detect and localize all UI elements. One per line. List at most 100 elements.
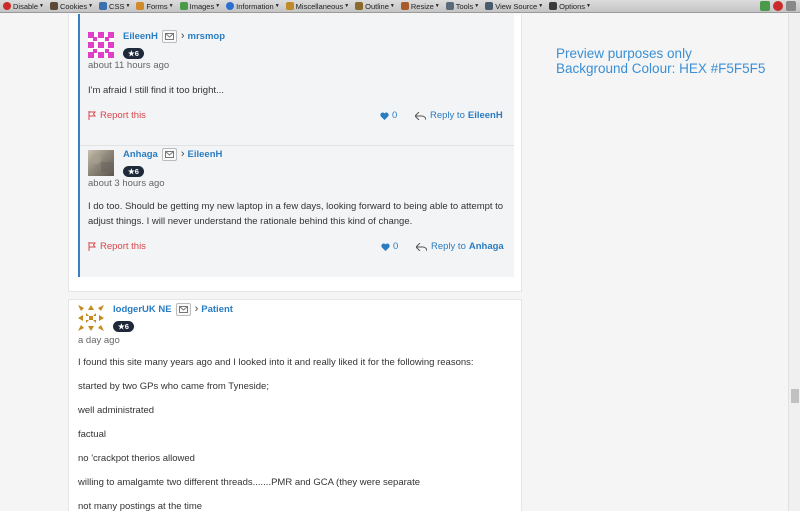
toolbar-resize-menu[interactable]: Resize ▼ <box>398 0 443 13</box>
avatar[interactable] <box>88 150 114 176</box>
envelope-icon <box>164 150 174 158</box>
like-count: 0 <box>392 110 398 121</box>
post-paragraph: I found this site many years ago and I l… <box>78 357 474 368</box>
preview-note: Preview purposes only Background Colour:… <box>556 46 765 76</box>
avatar[interactable] <box>78 305 104 331</box>
flag-icon <box>88 111 96 120</box>
toolbar-options-menu[interactable]: Options ▼ <box>546 0 594 13</box>
page-content: EileenH › mrsmop ★6 about 11 hours ago I… <box>0 14 788 511</box>
toolbar-label: Options <box>559 1 585 11</box>
message-button[interactable] <box>161 147 177 161</box>
toolbar-label: Tools <box>455 1 474 11</box>
thread-card: EileenH › mrsmop ★6 about 11 hours ago I… <box>68 14 522 292</box>
toolbar-label: CSS <box>109 1 125 11</box>
in-reply-to-user[interactable]: EileenH <box>188 149 223 160</box>
in-reply-to-user[interactable]: mrsmop <box>188 31 225 42</box>
tools-icon <box>445 2 454 10</box>
outline-icon <box>355 2 364 10</box>
message-button[interactable] <box>175 302 191 316</box>
like-count: 0 <box>393 241 399 252</box>
toolbar-miscellaneous-menu[interactable]: Miscellaneous ▼ <box>283 0 352 13</box>
options-icon <box>549 2 558 10</box>
like-button[interactable]: 0 <box>381 241 398 252</box>
post-body: I found this site many years ago and I l… <box>78 357 521 511</box>
scrollbar-thumb[interactable] <box>791 389 799 403</box>
toolbar-information-menu[interactable]: Information ▼ <box>223 0 282 13</box>
chevron-right-icon: › <box>180 148 185 160</box>
view-source-icon <box>485 2 494 10</box>
chevron-right-icon: › <box>180 30 185 42</box>
post-header: lodgerUK NE › Patient ★6 <box>78 302 521 332</box>
toolbar-css-menu[interactable]: CSS ▼ <box>96 0 133 13</box>
reply-name: EileenH <box>467 110 503 121</box>
toolbar-cookies-menu[interactable]: Cookies ▼ <box>47 0 96 13</box>
vertical-scrollbar[interactable] <box>788 14 800 511</box>
reply-actions: Report this 0 Reply to Anhaga <box>88 241 514 255</box>
toolbar-label: Disable <box>13 1 39 11</box>
post-paragraph: well administrated <box>78 405 155 416</box>
author-name[interactable]: EileenH <box>123 31 158 42</box>
collapse-icon[interactable] <box>786 1 796 11</box>
post-time[interactable]: about 3 hours ago <box>88 178 514 189</box>
reply-actions: Report this 0 Reply to EileenH <box>88 110 514 124</box>
post-time[interactable]: about 11 hours ago <box>88 60 514 71</box>
cookies-icon <box>49 2 58 10</box>
reply-label: Reply to <box>430 110 465 121</box>
reply-item: Anhaga › EileenH ★6 about 3 hours ago I … <box>80 145 514 255</box>
chevron-right-icon: › <box>194 303 199 315</box>
author-name[interactable]: lodgerUK NE <box>113 304 172 315</box>
reply-header: Anhaga › EileenH ★6 <box>88 147 514 177</box>
reply-icon <box>416 242 427 251</box>
forms-icon <box>136 2 145 10</box>
reply-name: Anhaga <box>468 241 504 252</box>
miscellaneous-icon <box>285 2 294 10</box>
author-name[interactable]: Anhaga <box>123 149 158 160</box>
toolbar-window-controls <box>760 1 796 11</box>
information-icon <box>226 2 235 10</box>
reply-text: I do too. Should be getting my new lapto… <box>88 201 504 227</box>
toolbar-label: Outline <box>365 1 389 11</box>
preview-note-line: Preview purposes only <box>556 46 692 61</box>
reply-text: I'm afraid I still find it too bright... <box>88 85 224 96</box>
heart-icon <box>381 243 390 251</box>
post-time[interactable]: a day ago <box>78 335 521 346</box>
reply-button[interactable]: Reply to EileenH <box>415 110 503 121</box>
message-button[interactable] <box>161 29 177 43</box>
close-icon[interactable] <box>773 1 783 11</box>
envelope-icon <box>164 32 174 40</box>
toolbar-label: Images <box>189 1 215 11</box>
toolbar-disable-menu[interactable]: Disable ▼ <box>0 0 47 13</box>
report-label: Report this <box>100 110 146 121</box>
post-paragraph: no 'crackpot therios allowed <box>78 453 195 464</box>
toolbar-label: View Source <box>495 1 538 11</box>
post-paragraph: factual <box>78 429 106 440</box>
report-link[interactable]: Report this <box>88 241 146 252</box>
like-button[interactable]: 0 <box>380 110 397 121</box>
toolbar-view-source-menu[interactable]: View Source ▼ <box>482 0 546 13</box>
toolbar-images-menu[interactable]: Images ▼ <box>177 0 224 13</box>
settings-icon[interactable] <box>760 1 770 11</box>
css-icon <box>99 2 108 10</box>
reply-item: EileenH › mrsmop ★6 about 11 hours ago I… <box>80 29 514 124</box>
toolbar-forms-menu[interactable]: Forms ▼ <box>133 0 176 13</box>
toolbar-outline-menu[interactable]: Outline ▼ <box>352 0 398 13</box>
heart-icon <box>380 112 389 120</box>
report-link[interactable]: Report this <box>88 110 146 121</box>
post-paragraph: willing to amalgamte two different threa… <box>78 477 420 488</box>
flag-icon <box>88 242 96 251</box>
web-developer-toolbar: Disable ▼ Cookies ▼ CSS ▼ Forms ▼ Images ▼ In… <box>0 0 800 13</box>
reply-icon <box>415 111 426 120</box>
rank-badge: ★6 <box>123 165 144 177</box>
avatar[interactable] <box>88 32 114 58</box>
post-paragraph: started by two GPs who came from Tynesid… <box>78 381 269 392</box>
toolbar-tools-menu[interactable]: Tools ▼ <box>443 0 482 13</box>
rank-badge: ★6 <box>113 320 134 332</box>
reply-label: Reply to <box>431 241 466 252</box>
resize-icon <box>400 2 409 10</box>
replies-container: EileenH › mrsmop ★6 about 11 hours ago I… <box>78 14 514 277</box>
reply-header: EileenH › mrsmop ★6 <box>88 29 514 59</box>
reply-button[interactable]: Reply to Anhaga <box>416 241 504 252</box>
in-reply-to-user[interactable]: Patient <box>201 304 233 315</box>
rank-badge: ★6 <box>123 47 144 59</box>
preview-note-line: Background Colour: HEX #F5F5F5 <box>556 61 766 76</box>
